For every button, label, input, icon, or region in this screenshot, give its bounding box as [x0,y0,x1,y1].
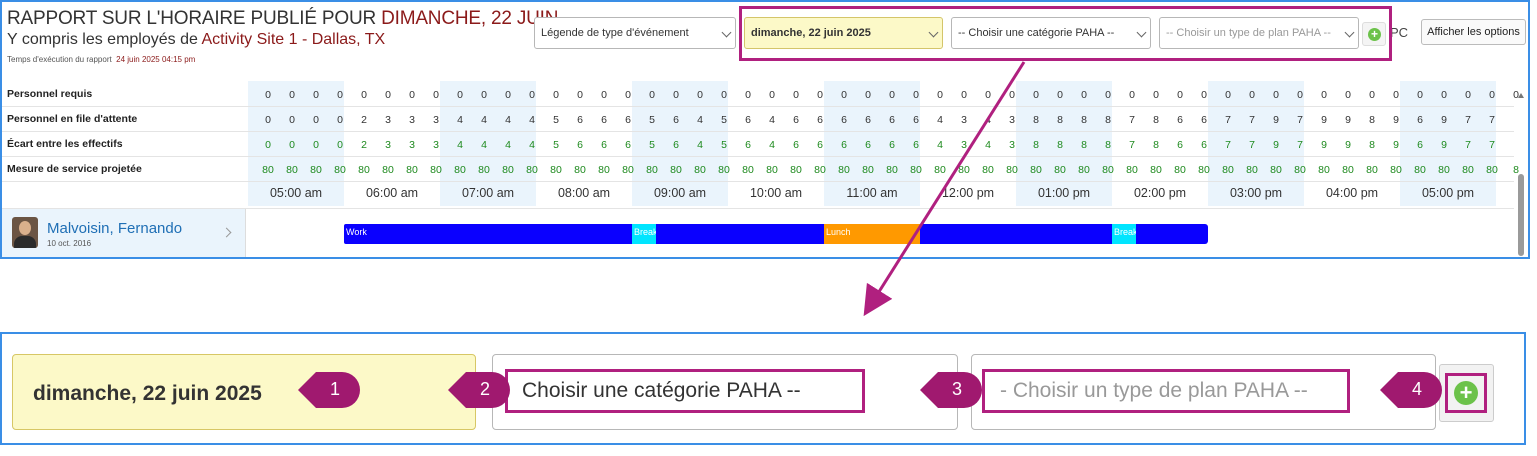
scrollbar-thumb[interactable] [1518,174,1524,256]
shift-segment[interactable]: Lunch [824,224,920,244]
zoom-plan-type-value: - Choisir un type de plan PAHA -- [1000,379,1308,402]
show-options-button[interactable]: Afficher les options [1421,19,1526,45]
hour-label: 12:00 pm [941,186,995,200]
report-title-prefix: RAPPORT SUR L'HORAIRE PUBLIÉ POUR [7,8,382,29]
metric-label: Personnel en file d'attente [7,113,138,125]
hour-label: 06:00 am [365,186,419,200]
run-time-label: Temps d'exécution du rapport [7,55,112,64]
hour-label: 09:00 am [653,186,707,200]
employee-name[interactable]: Malvoisin, Fernando [47,220,182,237]
zoom-paha-plan-type-select[interactable]: - Choisir un type de plan PAHA -- [971,354,1436,430]
report-run-time: Temps d'exécution du rapport 24 juin 202… [7,55,195,64]
callout-badge-1: 1 [298,372,360,408]
hour-label: 08:00 am [557,186,611,200]
run-time-value: 24 juin 2025 04:15 pm [116,55,196,64]
zoom-category-value: Choisir une catégorie PAHA -- [522,379,801,402]
shift-segment[interactable] [920,224,1112,244]
hour-label: 11:00 am [846,186,898,200]
schedule-report-panel: RAPPORT SUR L'HORAIRE PUBLIÉ POUR DIMANC… [0,0,1530,259]
zoom-add-paha-button[interactable]: + [1439,364,1494,422]
metric-row: Personnel requis [2,83,1514,107]
hour-label: 02:00 pm [1133,186,1187,200]
metric-row: Mesure de service projetée [2,158,1514,182]
hour-label: 03:00 pm [1229,186,1283,200]
metric-label: Personnel requis [7,88,93,100]
report-subtitle-prefix: Y compris les employés de [7,31,202,48]
shift-segment[interactable] [1136,224,1208,244]
metric-row: Personnel en file d'attente [2,108,1514,132]
employee-row: Malvoisin, Fernando 10 oct. 2016 Work Bre… [2,208,1514,257]
hour-label: 04:00 pm [1325,186,1379,200]
callout-badge-2: 2 [448,372,510,408]
metric-label: Mesure de service projetée [7,163,142,175]
shift-segment[interactable]: Break [632,224,656,244]
shift-segment[interactable]: Break [1112,224,1136,244]
hour-label: 10:00 am [749,186,803,200]
zoom-paha-category-select[interactable]: Choisir une catégorie PAHA -- [492,354,958,430]
report-site: Activity Site 1 - Dallas, TX [201,31,386,48]
chevron-down-icon [721,27,732,38]
shift-segment[interactable] [656,224,824,244]
event-legend-select[interactable]: Légende de type d'événement [534,17,736,49]
chevron-right-icon[interactable] [221,227,232,238]
hour-label: 01:00 pm [1037,186,1091,200]
pc-label: PC [1390,25,1409,40]
zoomed-toolbar-panel: dimanche, 22 juin 2025 Choisir une catég… [0,332,1526,445]
report-title: RAPPORT SUR L'HORAIRE PUBLIÉ POUR DIMANC… [7,8,558,30]
metric-row: Écart entre les effectifs [2,133,1514,157]
event-legend-value: Légende de type d'événement [541,27,689,39]
employee-date: 10 oct. 2016 [47,239,92,248]
callout-badge-4: 4 [1380,372,1442,408]
avatar [12,217,38,248]
zoom-date-value: dimanche, 22 juin 2025 [33,382,262,405]
report-title-date: DIMANCHE, 22 JUIN [381,8,559,29]
hour-label: 05:00 am [269,186,323,200]
callout-badge-3: 3 [920,372,982,408]
hour-label: 05:00 pm [1421,186,1475,200]
hour-label: 07:00 am [461,186,515,200]
scroll-up-arrow[interactable] [1518,93,1524,98]
employee-cell[interactable]: Malvoisin, Fernando 10 oct. 2016 [2,209,246,257]
shift-segment[interactable]: Work [344,224,632,244]
zoom-date-select[interactable]: dimanche, 22 juin 2025 [12,354,476,430]
metric-label: Écart entre les effectifs [7,138,123,150]
callout-highlight-box [739,6,1392,61]
plus-circle-icon: + [1454,381,1478,405]
report-subtitle: Y compris les employés de Activity Site … [7,31,385,49]
